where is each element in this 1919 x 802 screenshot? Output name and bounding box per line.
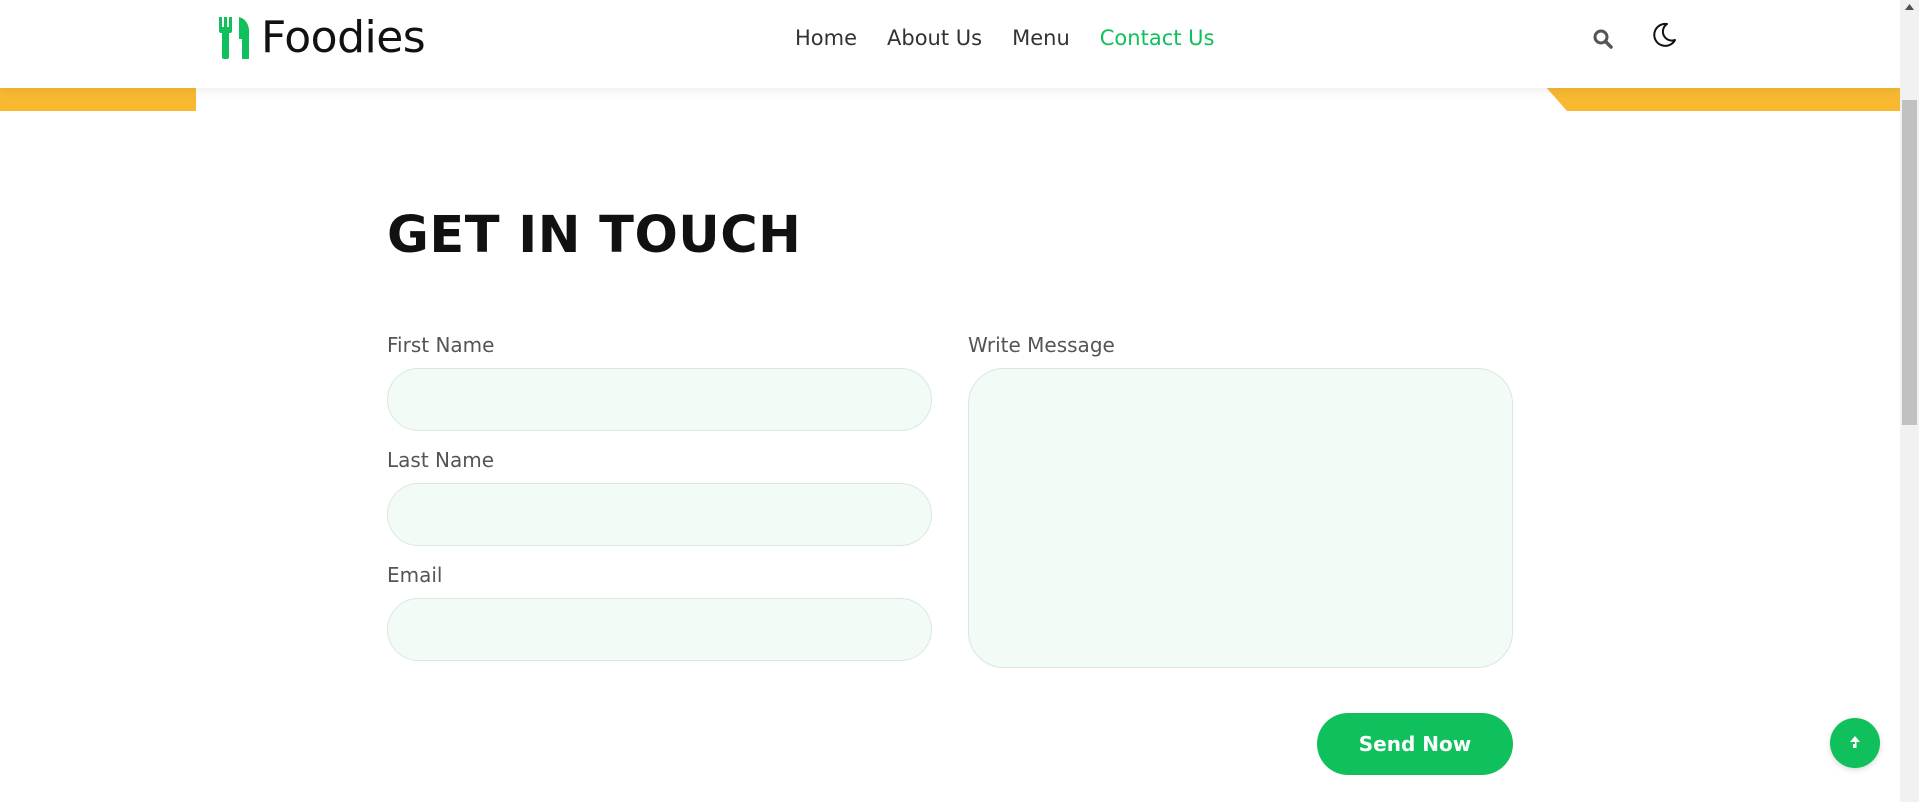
email-label: Email bbox=[387, 563, 443, 587]
moon-icon bbox=[1653, 22, 1676, 47]
scroll-up-icon bbox=[1905, 4, 1914, 10]
search-icon bbox=[1593, 29, 1613, 49]
send-now-button[interactable]: Send Now bbox=[1317, 713, 1513, 775]
nav-home[interactable]: Home bbox=[795, 24, 857, 52]
page-title: GET IN TOUCH bbox=[387, 206, 802, 265]
brand-name: Foodies bbox=[261, 12, 426, 63]
first-name-field[interactable] bbox=[387, 368, 932, 431]
scroll-to-top-button[interactable] bbox=[1830, 718, 1880, 768]
scroll-up-arrow[interactable] bbox=[1900, 0, 1919, 14]
scrollbar-thumb[interactable] bbox=[1902, 100, 1917, 425]
message-field[interactable] bbox=[968, 368, 1513, 668]
site-header: Foodies Home About Us Menu Contact Us bbox=[0, 0, 1900, 88]
last-name-label: Last Name bbox=[387, 448, 495, 472]
last-name-field[interactable] bbox=[387, 483, 932, 546]
page-scrollbar[interactable] bbox=[1900, 0, 1919, 802]
first-name-label: First Name bbox=[387, 333, 495, 357]
theme-toggle-button[interactable] bbox=[1650, 21, 1678, 49]
email-field[interactable] bbox=[387, 598, 932, 661]
main-nav: Home About Us Menu Contact Us bbox=[795, 24, 1214, 52]
utensils-icon bbox=[219, 17, 250, 59]
brand-logo[interactable]: Foodies bbox=[217, 10, 426, 66]
search-button[interactable] bbox=[1592, 28, 1614, 50]
message-label: Write Message bbox=[968, 333, 1115, 357]
nav-about-us[interactable]: About Us bbox=[887, 24, 982, 52]
decorative-band-left bbox=[0, 86, 196, 111]
nav-menu[interactable]: Menu bbox=[1012, 24, 1070, 52]
arrow-up-icon bbox=[1850, 736, 1860, 748]
page: Foodies Home About Us Menu Contact Us GE… bbox=[0, 0, 1900, 802]
nav-contact-us[interactable]: Contact Us bbox=[1100, 24, 1215, 52]
decorative-band-right bbox=[1545, 86, 1900, 111]
